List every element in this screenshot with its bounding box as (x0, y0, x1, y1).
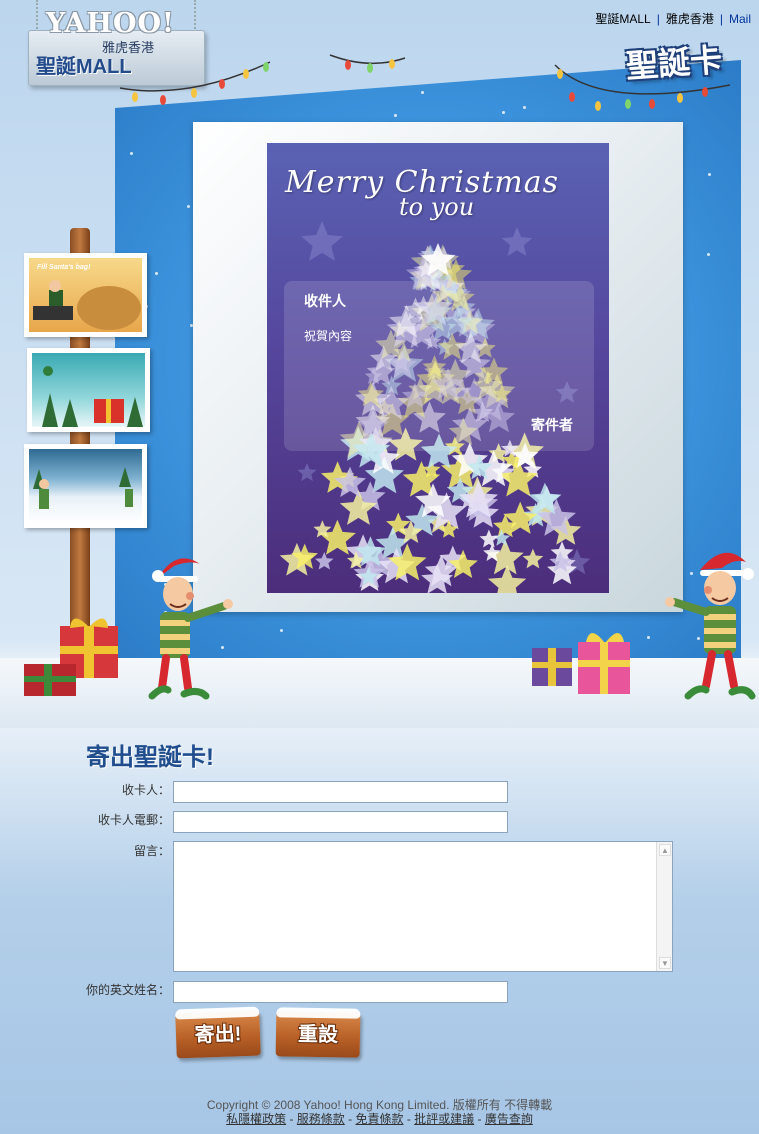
footer-link-privacy[interactable]: 私隱權政策 (226, 1112, 286, 1126)
logo-chain (36, 0, 40, 32)
reset-button-label: 重設 (297, 1023, 339, 1047)
footer-link-disclaimer[interactable]: 免責條款 (355, 1112, 403, 1126)
gift-boxes-left (24, 618, 118, 696)
snowflake (280, 629, 284, 633)
separator: | (656, 12, 660, 26)
top-link-xmas-mall[interactable]: 聖誕MALL (595, 12, 650, 26)
elf-right (665, 552, 756, 700)
recipient-email-label: 收卡人電郵： (97, 813, 170, 827)
card-thumbnail-santa-bag[interactable]: Fill Santa's bag! (24, 253, 147, 337)
footer-separator: - (474, 1112, 485, 1126)
send-button-label: 寄出! (194, 1023, 242, 1047)
footer-separator: - (403, 1112, 415, 1126)
page-title: 聖誕卡 (625, 41, 724, 85)
thumbnail-art (33, 280, 141, 330)
star-icon (315, 552, 334, 570)
footer-links: 私隱權政策 - 服務條款 - 免責條款 - 批評或建議 - 廣告查詢 (0, 1110, 759, 1127)
snowflake (186, 205, 190, 209)
footer-link-terms[interactable]: 服務條款 (297, 1112, 345, 1126)
sender-name-input[interactable] (173, 981, 508, 1003)
thumbnail-image: Fill Santa's bag! (29, 258, 142, 332)
star-icon (297, 463, 317, 482)
snowflake (647, 636, 651, 640)
gift-boxes-right (532, 633, 630, 694)
message-scrollbar[interactable]: ▲ ▼ (656, 842, 672, 971)
snowflake (707, 172, 711, 176)
reset-button[interactable]: 重設 (275, 1011, 361, 1058)
card-thumbnail-gift-snow[interactable] (27, 348, 150, 432)
footer-link-feedback[interactable]: 批評或建議 (414, 1112, 474, 1126)
separator: | (719, 12, 723, 26)
snowflake (458, 74, 462, 78)
message-label: 留言： (133, 844, 170, 858)
thumbnail-image (32, 353, 145, 427)
snowflake (707, 253, 711, 257)
thumbnail-image (29, 449, 142, 523)
snowflake (219, 82, 223, 86)
star-icon (501, 227, 533, 256)
recipient-input[interactable] (173, 781, 508, 803)
footer-separator: - (286, 1112, 297, 1126)
footer-separator: - (344, 1112, 356, 1126)
card-subtitle: to you (399, 193, 475, 221)
xmas-card-preview: Merry Christmas to you 收件人 祝賀內容 寄件者 (267, 143, 609, 593)
recipient-email-input[interactable] (173, 811, 508, 833)
footer-link-advertising[interactable]: 廣告查詢 (485, 1112, 533, 1126)
logo[interactable]: YAHOO! 雅虎香港 聖誕MALL (0, 0, 210, 95)
card-greeting-label: 祝賀內容 (304, 329, 353, 343)
logo-chain (194, 0, 198, 32)
snowflake (154, 271, 158, 275)
form-title: 寄出聖誕卡! (86, 744, 214, 771)
star-icon (488, 564, 527, 593)
message-textarea[interactable] (173, 841, 673, 972)
star-icon (522, 548, 544, 569)
snowflake (394, 113, 398, 117)
snowflake (224, 89, 228, 93)
star-icon (479, 529, 499, 548)
top-link-mail[interactable]: Mail (729, 12, 751, 26)
sender-name-label: 你的英文姓名： (85, 983, 170, 997)
card-thumbnail-snow-elf[interactable] (24, 444, 147, 528)
thumbnail-art (42, 366, 143, 427)
snowflake (421, 90, 425, 94)
send-button[interactable]: 寄出! (175, 1010, 261, 1059)
snowflake (130, 151, 134, 155)
elf-left (148, 558, 233, 700)
star-icon (301, 221, 343, 261)
top-link-yahoo-hk[interactable]: 雅虎香港 (666, 12, 714, 26)
scroll-up-icon[interactable]: ▲ (659, 844, 671, 856)
card-recipient-label: 收件人 (304, 293, 346, 309)
snowflake (501, 111, 505, 115)
scroll-down-icon[interactable]: ▼ (659, 957, 671, 969)
snowflake (522, 105, 526, 109)
card-sender-label: 寄件者 (531, 417, 573, 433)
thumbnail-art (33, 467, 133, 509)
snowflake (217, 60, 221, 64)
logo-yahoo-text: YAHOO! (46, 8, 175, 39)
top-links: 聖誕MALL | 雅虎香港 | Mail (595, 10, 751, 27)
logo-mall-text: 聖誕MALL (36, 56, 132, 78)
recipient-label: 收卡人： (121, 783, 170, 797)
